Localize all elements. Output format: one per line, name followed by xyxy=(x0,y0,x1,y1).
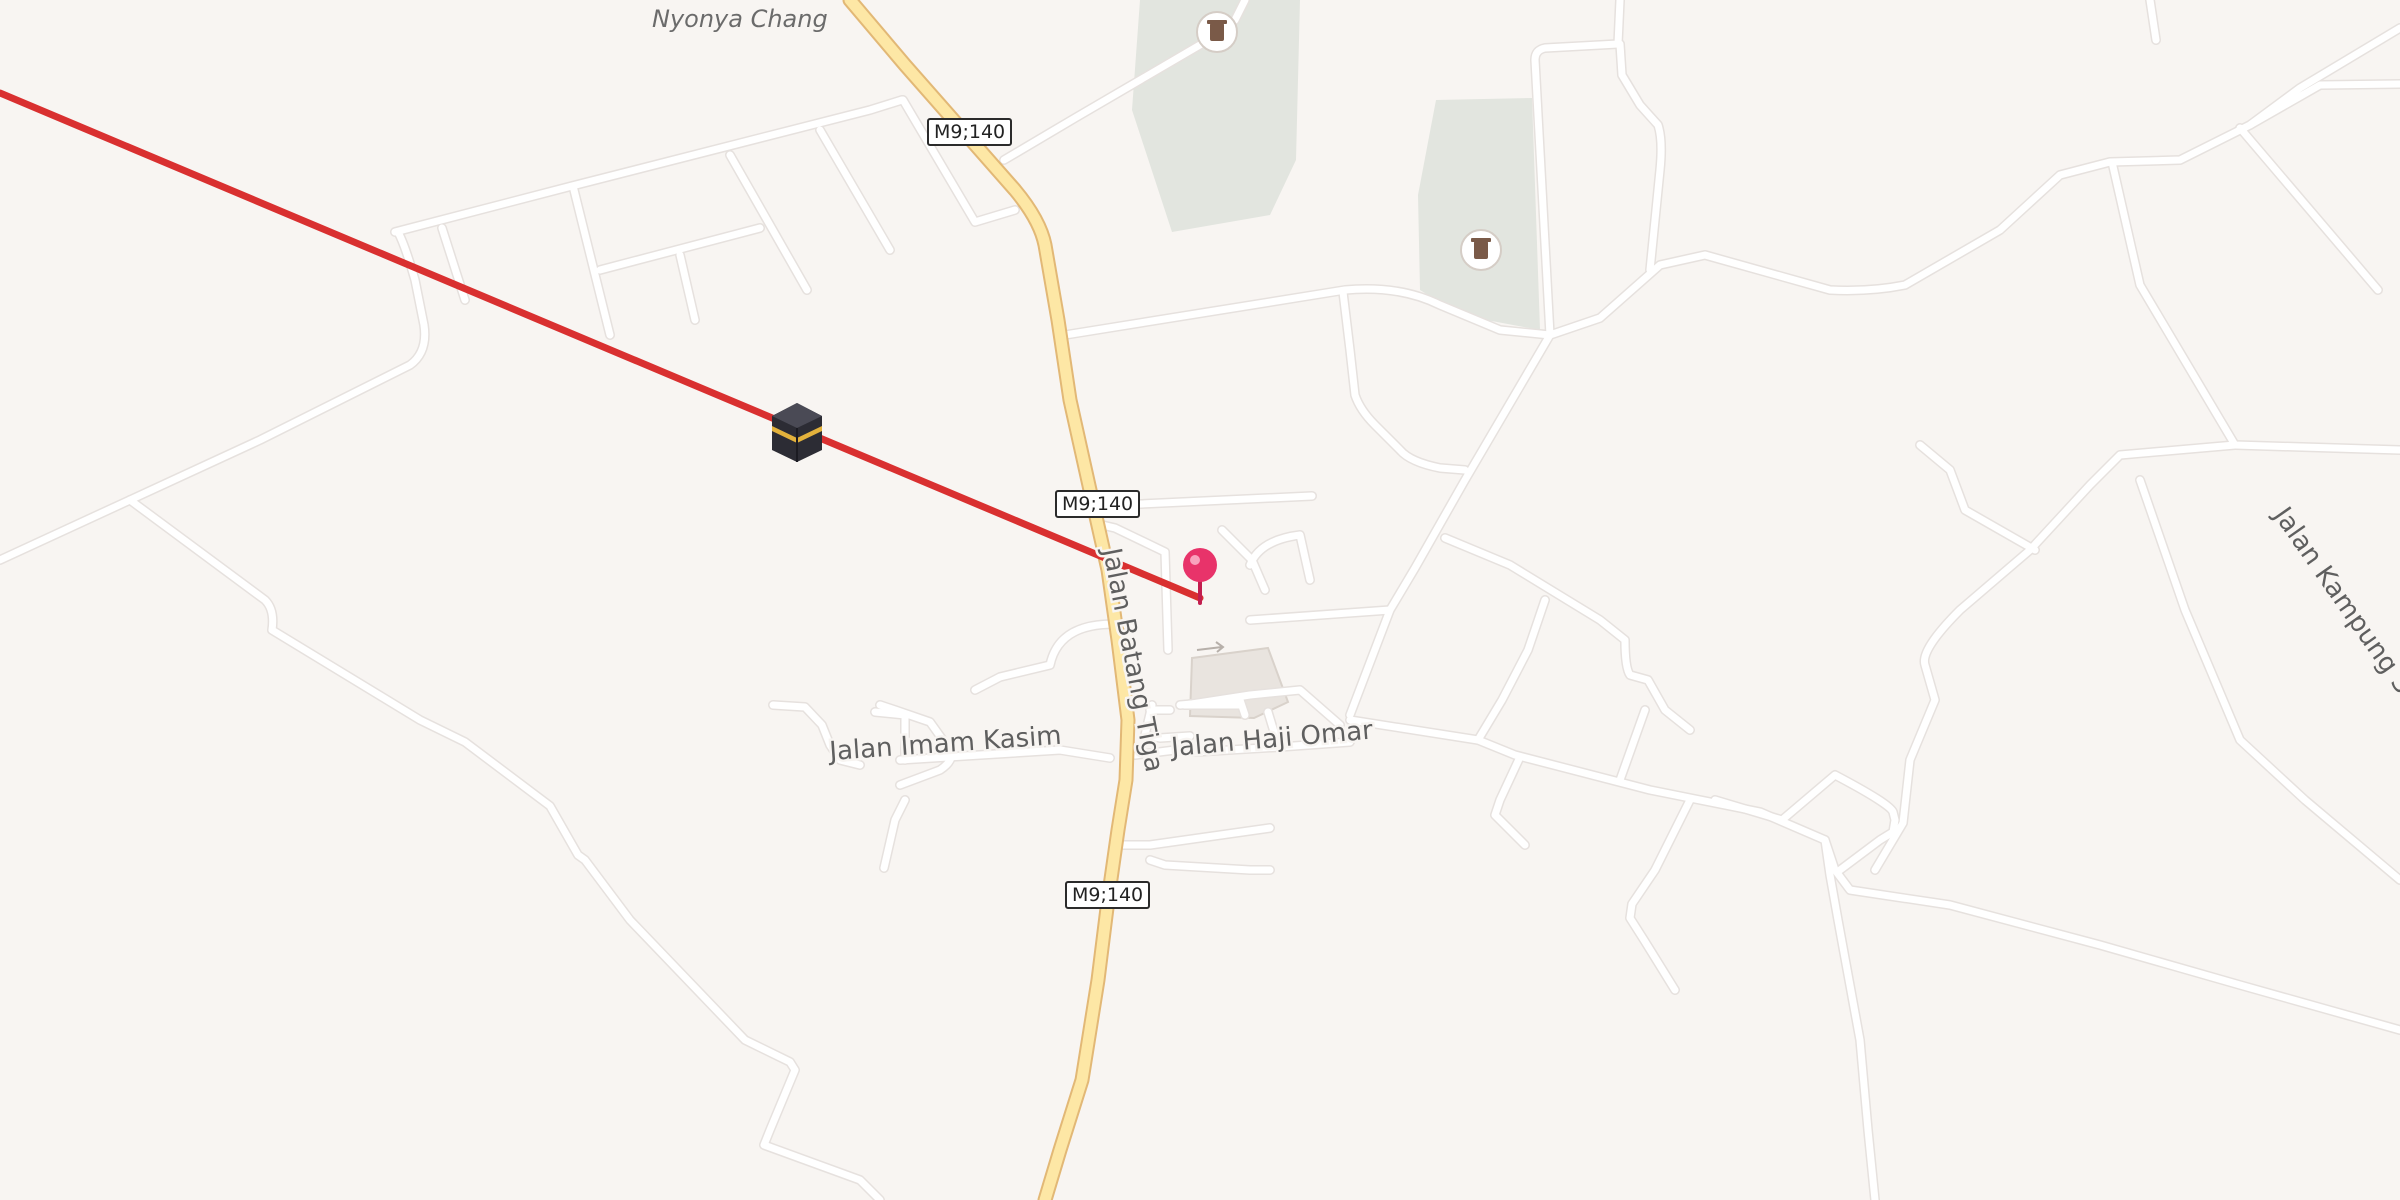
street-label-jalan-kampung: Jalan Kampung Se xyxy=(2266,500,2400,712)
road-shield: M9;140 xyxy=(927,118,1013,146)
road-shield: M9;140 xyxy=(1055,490,1141,518)
map-canvas[interactable]: Nyonya Chang Jalan Batang Tiga Jalan Ima… xyxy=(0,0,2400,1200)
road-shield: M9;140 xyxy=(1065,881,1151,909)
cemetery-icon[interactable] xyxy=(1460,229,1502,271)
qibla-line xyxy=(0,89,1204,602)
kaaba-icon[interactable] xyxy=(772,403,822,462)
oneway-arrow-icon xyxy=(1196,641,1225,653)
place-label-nyonya-chang: Nyonya Chang xyxy=(652,5,828,33)
trunk-road xyxy=(842,0,1136,1200)
cemetery-icon[interactable] xyxy=(1196,11,1238,53)
map-layer: Nyonya Chang Jalan Batang Tiga Jalan Ima… xyxy=(0,0,2400,1200)
cemetery-area-east xyxy=(1418,98,1540,330)
